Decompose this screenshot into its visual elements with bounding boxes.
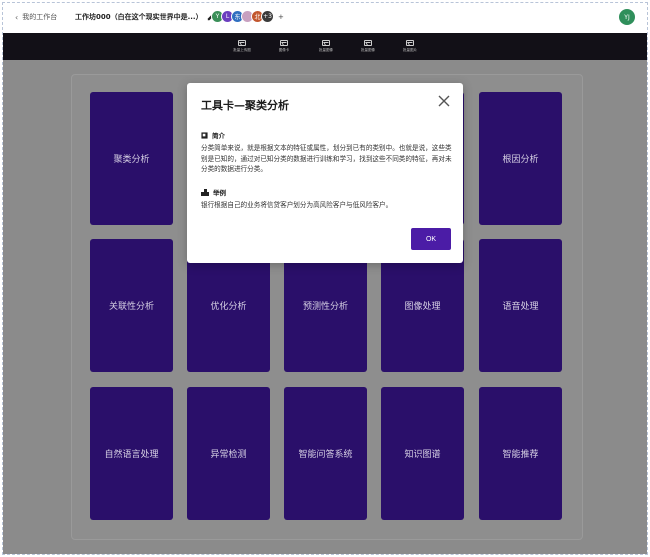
back-link[interactable]: ‹ 我的工作台 xyxy=(15,12,57,22)
tool-card[interactable]: 异常检测 xyxy=(187,387,270,520)
tool-card[interactable]: 知识图谱 xyxy=(381,387,464,520)
intro-heading: 简介 xyxy=(201,130,225,140)
workbench-title-text: 工作坊000（白在这个现实世界中是...） xyxy=(75,13,203,21)
toolbar-tool[interactable]: 批量上传图 xyxy=(228,36,256,58)
user-avatar[interactable]: YJ xyxy=(619,9,635,25)
book-icon xyxy=(201,131,208,139)
intro-text: 分类简单来说，就是根据文本的特征或属性，划分到已有的类别中。也就是说，这些类别是… xyxy=(201,144,452,173)
tool-card[interactable]: 智能问答系统 xyxy=(284,387,367,520)
intro-heading-text: 简介 xyxy=(212,132,225,140)
example-heading-text: 举例 xyxy=(213,189,226,197)
image-icon xyxy=(280,40,288,46)
collaborator-avatars[interactable]: Y L 东北 +3 + xyxy=(211,10,284,23)
toolbar-tool-label: 批量图像 xyxy=(319,48,333,52)
toolbar-tool[interactable]: 批量图像 xyxy=(312,36,340,58)
example-text: 银行根据自己的业务将信贷客户划分为高风险客户与低风险客户。 xyxy=(201,201,393,209)
tool-card[interactable]: 语音处理 xyxy=(479,239,562,372)
image-icon xyxy=(322,40,330,46)
example-heading: 举例 xyxy=(201,187,226,197)
toolbar-tool-label: 批量上传图 xyxy=(233,48,251,52)
dialog-title: 工具卡—聚类分析 xyxy=(201,99,289,112)
toolbar-tool[interactable]: 批量图像 xyxy=(354,36,382,58)
tool-card[interactable]: 聚类分析 xyxy=(90,92,173,225)
puzzle-icon xyxy=(201,188,209,196)
image-icon xyxy=(364,40,372,46)
image-icon xyxy=(406,40,414,46)
workbench-title: 工作坊000（白在这个现实世界中是...） xyxy=(75,12,215,22)
image-icon xyxy=(238,40,246,46)
toolbar-tool-label: 图像卡 xyxy=(278,48,290,52)
tool-card[interactable]: 自然语言处理 xyxy=(90,387,173,520)
tool-card[interactable]: 根因分析 xyxy=(479,92,562,225)
tool-card[interactable]: 关联性分析 xyxy=(90,239,173,372)
toolbar-tool[interactable]: 图像卡 xyxy=(270,36,298,58)
add-user-icon[interactable]: + xyxy=(278,13,284,21)
toolbar-tool[interactable]: 批量图片 xyxy=(396,36,424,58)
top-header: ‹ 我的工作台 工作坊000（白在这个现实世界中是...） Y L 东北 +3 + YJ xyxy=(3,3,647,33)
tool-card[interactable]: 智能推荐 xyxy=(479,387,562,520)
ok-button[interactable]: OK xyxy=(411,228,451,250)
app-frame: ‹ 我的工作台 工作坊000（白在这个现实世界中是...） Y L 东北 +3 + YJ… xyxy=(2,2,648,555)
back-label: 我的工作台 xyxy=(22,13,58,21)
collaborator-avatar[interactable]: +3 xyxy=(261,10,274,23)
toolbar-tool-label: 批量图像 xyxy=(361,48,375,52)
tool-card-dialog: 工具卡—聚类分析 简介 分类简单来说，就是根据文本的特征或属性，划分到已有的类别… xyxy=(187,83,463,263)
close-icon[interactable] xyxy=(437,94,451,108)
tool-toolbar: 批量上传图 图像卡 批量图像 批量图像 批量图片 xyxy=(3,33,647,60)
chevron-left-icon: ‹ xyxy=(15,12,19,22)
toolbar-tool-label: 批量图片 xyxy=(403,48,417,52)
